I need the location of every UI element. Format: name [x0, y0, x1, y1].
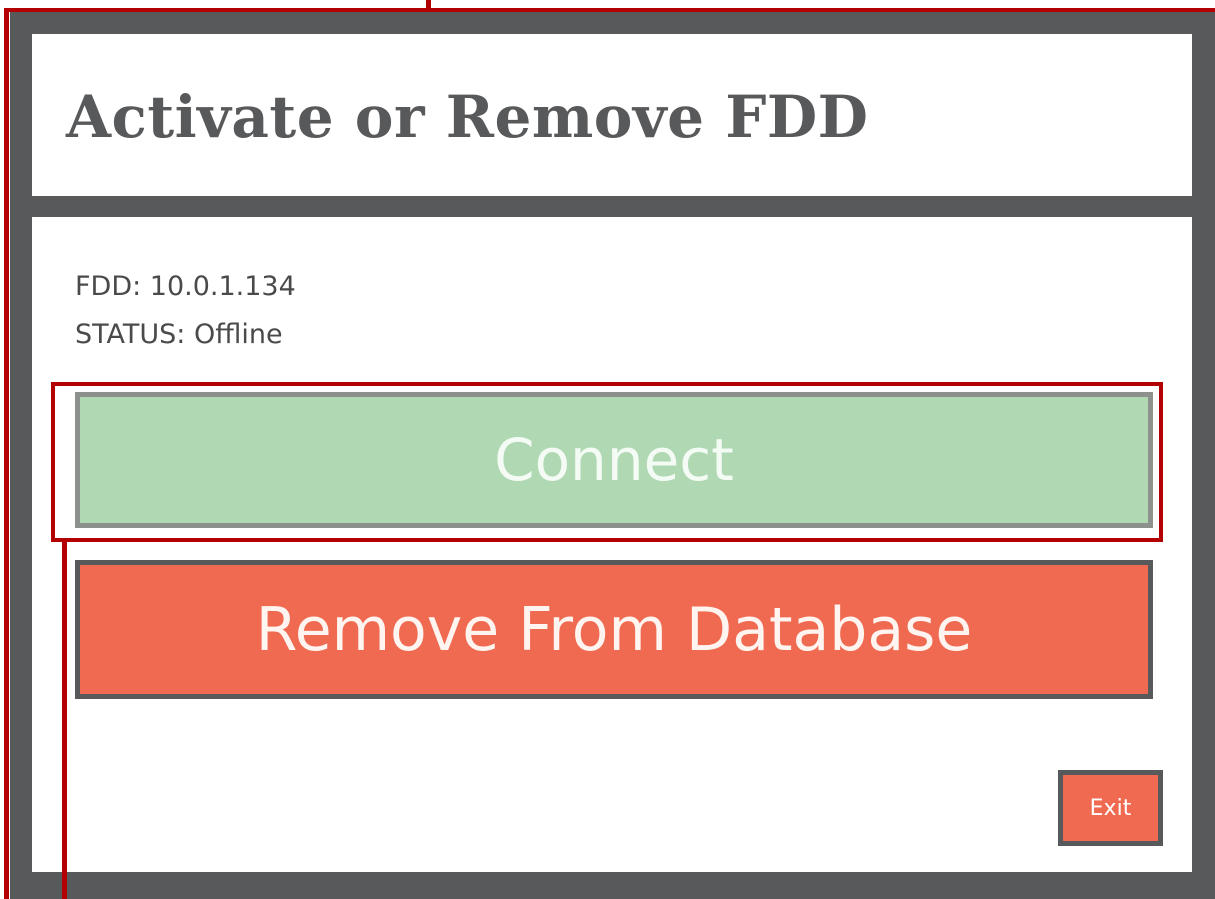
dialog-body: FDD: 10.0.1.134 STATUS: Offline Connect …: [32, 217, 1192, 872]
exit-button[interactable]: Exit: [1058, 770, 1163, 846]
dialog-header: Activate or Remove FDD: [32, 34, 1192, 196]
fdd-address-label: FDD: 10.0.1.134: [75, 271, 296, 302]
activate-remove-dialog: Activate or Remove FDD FDD: 10.0.1.134 S…: [10, 12, 1215, 899]
connect-button[interactable]: Connect: [75, 392, 1153, 528]
remove-button-label: Remove From Database: [255, 594, 973, 665]
remove-from-database-button[interactable]: Remove From Database: [75, 560, 1153, 699]
annotation-line-left-vertical: [4, 8, 9, 899]
annotation-line-connector: [62, 542, 67, 899]
connect-button-label: Connect: [494, 426, 734, 494]
exit-button-label: Exit: [1089, 795, 1132, 821]
dialog-title: Activate or Remove FDD: [66, 83, 869, 151]
status-label: STATUS: Offline: [75, 319, 283, 350]
